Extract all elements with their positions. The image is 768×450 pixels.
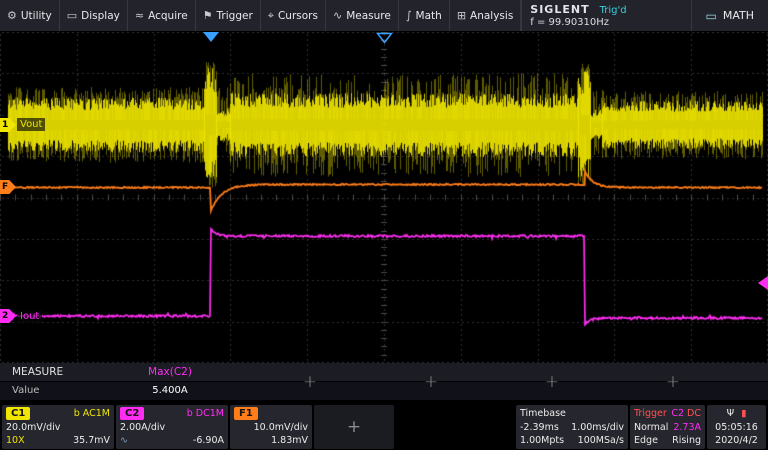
status-panel: Ψ ▮ 05:05:16 2020/4/2 bbox=[707, 405, 766, 449]
f1-badge: F1 bbox=[234, 407, 258, 420]
timebase-samplerate: 100MSa/s bbox=[578, 434, 624, 447]
menu-item-label: Display bbox=[81, 10, 120, 22]
menu-item-label: Math bbox=[416, 10, 442, 22]
measure-row-label: Value bbox=[12, 385, 39, 396]
trigger-mode: Normal bbox=[634, 421, 668, 434]
trigger-frequency: f = 99.90310Hz bbox=[530, 17, 626, 28]
math-button-label: MATH bbox=[723, 9, 754, 22]
analysis-icon: ⊞ bbox=[457, 9, 466, 22]
trigger-panel[interactable]: Trigger C2 DC Normal 2.73A Edge Rising bbox=[630, 405, 705, 449]
menu-item-utility[interactable]: ⚙ Utility bbox=[0, 0, 60, 31]
math-display-icon: ▭ bbox=[706, 9, 717, 23]
menu-item-analysis[interactable]: ⊞ Analysis bbox=[450, 0, 521, 31]
c2-badge: C2 bbox=[120, 407, 144, 420]
timebase-scale: 1.00ms/div bbox=[571, 421, 624, 434]
c2-coupling: DC1M bbox=[196, 408, 224, 419]
c2-bw-indicator: b bbox=[187, 408, 193, 419]
record-icon: ▮ bbox=[741, 407, 746, 420]
menu-item-display[interactable]: ▭ Display bbox=[60, 0, 128, 31]
plus-icon: + bbox=[347, 417, 361, 437]
clock-time: 05:05:16 bbox=[715, 421, 758, 434]
menu-item-label: Trigger bbox=[217, 10, 253, 22]
utility-icon: ⚙ bbox=[7, 9, 17, 22]
menu-item-acquire[interactable]: ≈ Acquire bbox=[128, 0, 196, 31]
menu-bar: ⚙ Utility ▭ Display ≈ Acquire ⚑ Trigger … bbox=[0, 0, 768, 32]
trigger-status: Trig'd bbox=[600, 5, 627, 16]
timebase-panel[interactable]: Timebase -2.39ms 1.00ms/div 1.00Mpts 100… bbox=[516, 405, 628, 449]
menu-item-measure[interactable]: ∿ Measure bbox=[326, 0, 399, 31]
c1-coupling: AC1M bbox=[83, 408, 110, 419]
clock-date: 2020/4/2 bbox=[715, 434, 758, 447]
waveform-area: 1 Vout F 2 Iout bbox=[0, 32, 768, 363]
measure-col-value: 5.400A bbox=[110, 385, 230, 396]
measure-icon: ∿ bbox=[333, 9, 342, 22]
trigger-coupling: DC bbox=[687, 408, 701, 419]
brand-logo: SIGLENT bbox=[530, 3, 589, 16]
f1-panel[interactable]: F1 10.0mV/div 1.83mV bbox=[230, 405, 312, 449]
measure-add-slot[interactable]: + bbox=[371, 363, 491, 400]
trigger-source: C2 bbox=[671, 408, 684, 419]
bottom-bar: C1 b AC1M 20.0mV/div 10X 35.7mV C2 b DC1… bbox=[0, 404, 768, 450]
timebase-title: Timebase bbox=[520, 407, 566, 420]
measure-add-slot[interactable]: + bbox=[613, 363, 733, 400]
c1-probe: 10X bbox=[6, 434, 25, 447]
cursors-icon: ⌖ bbox=[268, 9, 274, 23]
measure-panel: MEASURE Value Max(C2) 5.400A + + + + bbox=[0, 363, 768, 400]
menu-item-label: Analysis bbox=[470, 10, 513, 22]
usb-icon: Ψ bbox=[727, 407, 734, 420]
waveform-canvas bbox=[0, 32, 768, 363]
trigger-flag-icon: ⚑ bbox=[203, 9, 213, 22]
menu-item-trigger[interactable]: ⚑ Trigger bbox=[196, 0, 261, 31]
c2-scale: 2.00A/div bbox=[120, 421, 165, 434]
c1-badge: C1 bbox=[6, 407, 30, 420]
f1-offset-value: 1.83mV bbox=[271, 434, 308, 447]
math-icon: ∫ bbox=[406, 9, 412, 22]
oscilloscope-screen: ⚙ Utility ▭ Display ≈ Acquire ⚑ Trigger … bbox=[0, 0, 768, 450]
c1-bw-indicator: b bbox=[74, 408, 80, 419]
c2-offset-icon: ∿ bbox=[120, 434, 128, 447]
channel2-label: Iout bbox=[17, 310, 42, 323]
channel1-panel[interactable]: C1 b AC1M 20.0mV/div 10X 35.7mV bbox=[2, 405, 114, 449]
trigger-position-marker[interactable] bbox=[203, 32, 219, 42]
brand-status-box: SIGLENT Trig'd f = 99.90310Hz bbox=[521, 0, 634, 31]
c1-scale: 20.0mV/div bbox=[6, 421, 60, 434]
menu-item-math[interactable]: ∫ Math bbox=[399, 0, 450, 31]
trigger-type: Edge bbox=[634, 434, 658, 447]
measure-col-header[interactable]: Max(C2) bbox=[110, 366, 230, 378]
trigger-title: Trigger bbox=[634, 407, 667, 420]
trigger-slope: Rising bbox=[672, 434, 701, 447]
channel1-label: Vout bbox=[17, 118, 45, 131]
measure-title: MEASURE bbox=[12, 366, 63, 378]
measure-add-slot[interactable]: + bbox=[250, 363, 370, 400]
display-icon: ▭ bbox=[67, 9, 77, 22]
f1-scale: 10.0mV/div bbox=[254, 421, 308, 434]
menu-item-label: Measure bbox=[346, 10, 391, 22]
add-channel-tile[interactable]: + bbox=[314, 405, 394, 449]
measure-add-slot[interactable]: + bbox=[492, 363, 612, 400]
menu-item-label: Cursors bbox=[278, 10, 318, 22]
math-button[interactable]: ▭ MATH bbox=[691, 0, 768, 31]
c1-offset-value: 35.7mV bbox=[73, 434, 110, 447]
menu-item-cursors[interactable]: ⌖ Cursors bbox=[261, 0, 326, 31]
acquire-icon: ≈ bbox=[135, 9, 144, 22]
timebase-delay: -2.39ms bbox=[520, 421, 559, 434]
menu-item-label: Utility bbox=[21, 10, 52, 22]
c2-offset-value: -6.90A bbox=[193, 434, 224, 447]
trigger-delay-marker[interactable] bbox=[376, 32, 393, 44]
trigger-level: 2.73A bbox=[673, 421, 701, 434]
menu-item-label: Acquire bbox=[148, 10, 188, 22]
timebase-memory: 1.00Mpts bbox=[520, 434, 564, 447]
channel2-panel[interactable]: C2 b DC1M 2.00A/div ∿ -6.90A bbox=[116, 405, 228, 449]
